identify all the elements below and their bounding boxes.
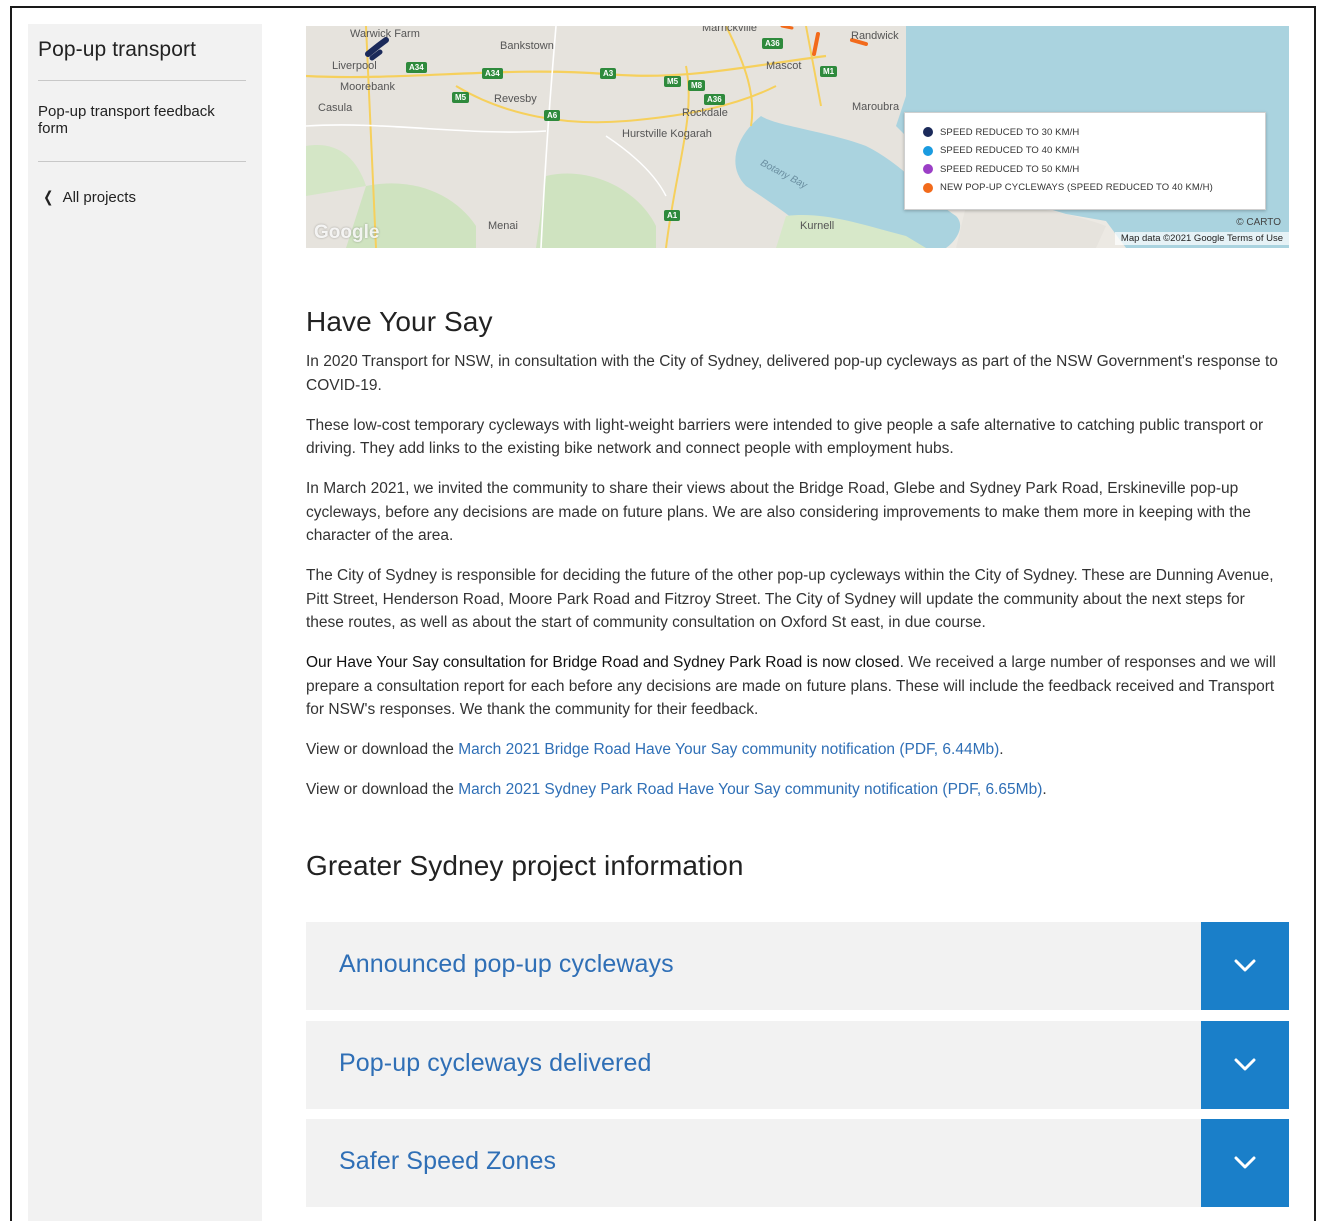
road-shield: A1: [664, 210, 681, 221]
legend-swatch: [923, 182, 933, 193]
have-your-say-heading: Have Your Say: [306, 306, 493, 337]
road-shield: A3: [600, 68, 617, 79]
road-shield: A36: [762, 38, 783, 49]
accordion-label[interactable]: Announced pop-up cycleways: [339, 950, 674, 979]
chevron-left-icon: ❮: [43, 189, 54, 206]
consultation-closed-notice: Our Have Your Say consultation for Bridg…: [306, 654, 900, 671]
bridge-road-notification-link[interactable]: March 2021 Bridge Road Have Your Say com…: [458, 741, 999, 758]
road-shield: M5: [664, 76, 682, 87]
accordion-label[interactable]: Pop-up cycleways delivered: [339, 1049, 651, 1078]
road-shield: M1: [820, 66, 838, 77]
road-shield: M8: [688, 80, 706, 91]
sydney-park-road-notification-link[interactable]: March 2021 Sydney Park Road Have Your Sa…: [458, 781, 1042, 798]
accordion-safer-speed-zones[interactable]: Safer Speed Zones: [306, 1119, 1289, 1207]
legend-swatch: [923, 164, 933, 175]
legend-label: SPEED REDUCED TO 40 KM/H: [940, 145, 1080, 157]
accordion-cycleways-delivered[interactable]: Pop-up cycleways delivered: [306, 1021, 1289, 1109]
place-label: Liverpool: [332, 60, 377, 72]
place-label: Revesby: [494, 93, 537, 105]
map-legend: SPEED REDUCED TO 30 KM/H SPEED REDUCED T…: [904, 112, 1266, 210]
chevron-down-icon: [1234, 1058, 1256, 1071]
road-shield: M5: [452, 92, 470, 103]
expand-button[interactable]: [1201, 1021, 1289, 1109]
paragraph: These low-cost temporary cycleways with …: [306, 416, 1264, 458]
place-label: Hurstville Kogarah: [622, 128, 712, 140]
paragraph: In March 2021, we invited the community …: [306, 480, 1251, 544]
chevron-down-icon: [1234, 1156, 1256, 1169]
sidebar-title: Pop-up transport: [38, 38, 197, 61]
accordion-label[interactable]: Safer Speed Zones: [339, 1147, 556, 1176]
place-label: Rockdale: [682, 107, 728, 119]
legend-label: SPEED REDUCED TO 50 KM/H: [940, 163, 1080, 175]
accordion-announced-cycleways[interactable]: Announced pop-up cycleways: [306, 922, 1289, 1010]
cycleway-map[interactable]: Warwick Farm Bankstown Marrickville Rand…: [306, 26, 1289, 248]
place-label: Casula: [318, 102, 353, 114]
legend-swatch: [923, 127, 933, 138]
place-label: Menai: [488, 220, 518, 232]
all-projects-label: All projects: [62, 188, 136, 206]
carto-credit: © CARTO: [1236, 217, 1281, 228]
place-label: Marrickville: [702, 26, 757, 34]
legend-item: SPEED REDUCED TO 30 KM/H: [923, 123, 1265, 142]
place-label: Kurnell: [800, 220, 835, 232]
legend-item: SPEED REDUCED TO 40 KM/H: [923, 142, 1265, 161]
place-label: Moorebank: [340, 81, 396, 93]
road-shield: A34: [406, 62, 427, 73]
period: .: [999, 741, 1004, 758]
place-label: Bankstown: [500, 40, 554, 52]
legend-item: SPEED REDUCED TO 50 KM/H: [923, 160, 1265, 179]
place-label: Warwick Farm: [350, 28, 420, 40]
expand-button[interactable]: [1201, 1119, 1289, 1207]
legend-label: NEW POP-UP CYCLEWAYS (SPEED REDUCED TO 4…: [940, 182, 1213, 194]
period: .: [1042, 781, 1047, 798]
sidebar: Pop-up transport Pop-up transport feedba…: [28, 24, 262, 1221]
road-shield: A34: [482, 68, 503, 79]
intro-paragraph: In 2020 Transport for NSW, in consultati…: [306, 353, 1278, 394]
expand-button[interactable]: [1201, 922, 1289, 1010]
place-label: Maroubra: [852, 101, 900, 113]
sidebar-item-feedback-form[interactable]: Pop-up transport feedback form: [38, 81, 252, 161]
road-shield: A36: [704, 94, 725, 105]
all-projects-link[interactable]: ❮ All projects: [38, 162, 252, 207]
legend-item: NEW POP-UP CYCLEWAYS (SPEED REDUCED TO 4…: [923, 179, 1265, 198]
legend-swatch: [923, 145, 933, 156]
main-content: Have Your Say In 2020 Transport for NSW,…: [306, 306, 1286, 894]
google-logo: Google: [314, 222, 380, 243]
legend-label: SPEED REDUCED TO 30 KM/H: [940, 126, 1080, 138]
map-attribution[interactable]: Map data ©2021 Google Terms of Use: [1114, 232, 1289, 245]
chevron-down-icon: [1234, 959, 1256, 972]
download-paragraph: View or download the March 2021 Sydney P…: [306, 778, 1286, 802]
download-paragraph: View or download the March 2021 Bridge R…: [306, 738, 1286, 762]
project-info-heading: Greater Sydney project information: [306, 849, 744, 881]
download-prefix: View or download the: [306, 741, 459, 758]
road-shield: A6: [544, 110, 561, 121]
download-prefix: View or download the: [306, 781, 459, 798]
place-label: Randwick: [851, 30, 899, 42]
place-label: Mascot: [766, 60, 802, 72]
paragraph: The City of Sydney is responsible for de…: [306, 567, 1274, 631]
consultation-closed-paragraph: Our Have Your Say consultation for Bridg…: [306, 651, 1286, 722]
